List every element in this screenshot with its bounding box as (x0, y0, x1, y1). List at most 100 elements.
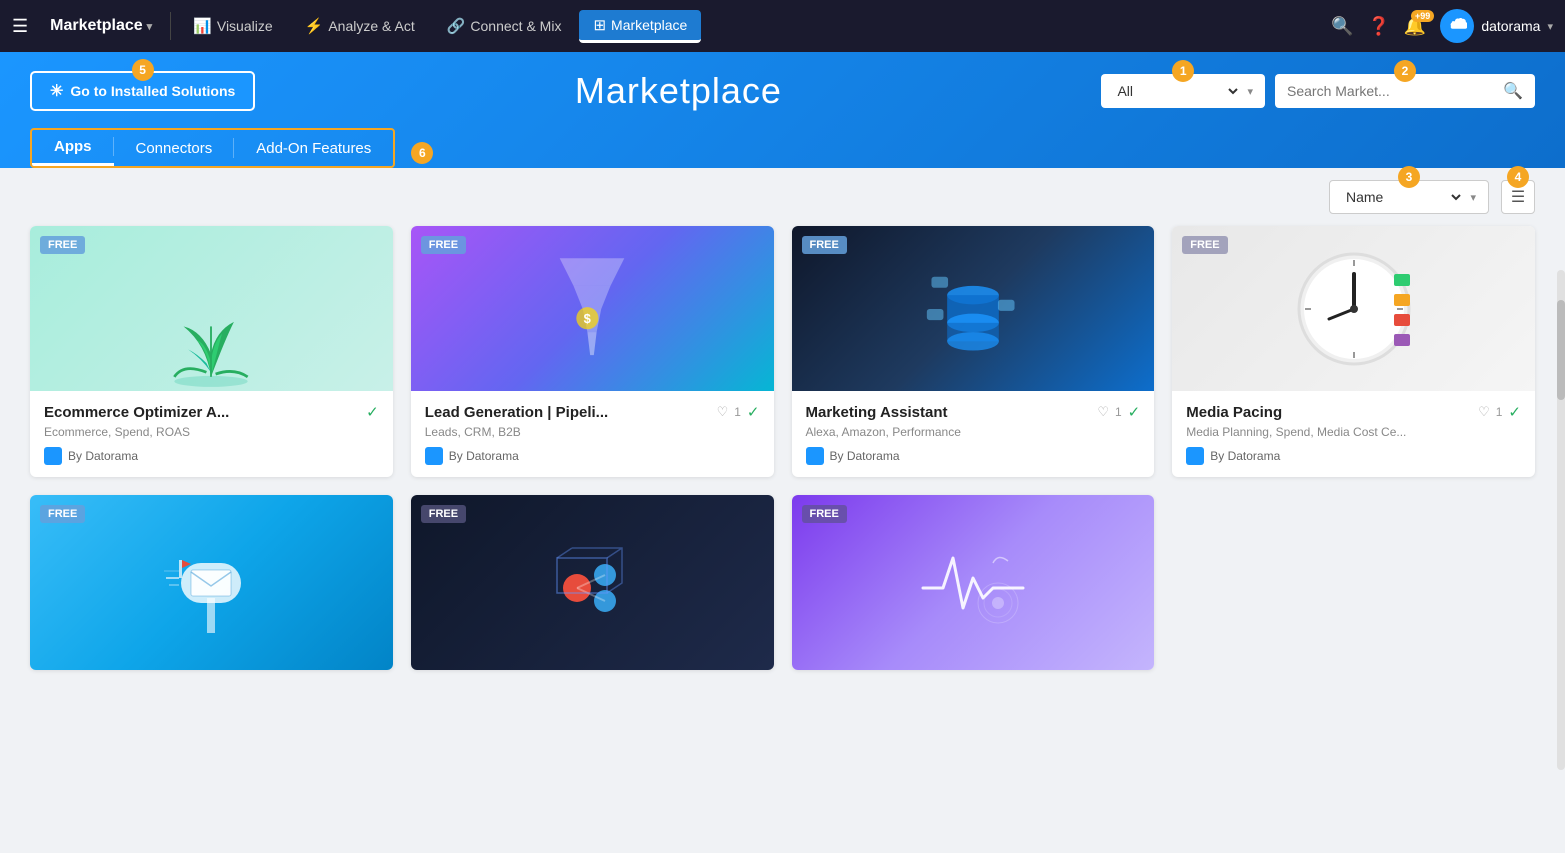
badge-5: 5 (132, 59, 154, 81)
sort-select-input[interactable]: Name Popularity Date Added (1342, 188, 1464, 206)
card-check-icon: ✓ (366, 403, 379, 421)
card-by-marketing: By Datorama (830, 449, 900, 463)
card-free-badge: FREE (40, 236, 85, 254)
page-title: Marketplace (575, 70, 782, 112)
nav-visualize[interactable]: 📊 Visualize (179, 11, 286, 41)
mail-illustration (161, 528, 261, 638)
tab-apps[interactable]: Apps (32, 130, 114, 166)
notifications-badge: +99 (1411, 10, 1434, 22)
cards-grid: FREE Ecommerce Optimizer A... ✓ (0, 226, 1565, 700)
main-content: FREE Ecommerce Optimizer A... ✓ (0, 226, 1565, 700)
hamburger-icon[interactable]: ☰ (12, 16, 28, 37)
heart-icon-media: ♡ (1478, 404, 1490, 420)
brand-menu[interactable]: Marketplace ▾ (40, 17, 162, 35)
database-illustration (918, 249, 1028, 369)
brand-chevron-icon: ▾ (147, 20, 153, 33)
card-marketing[interactable]: FREE Marketing Assistant ♡ (792, 226, 1155, 477)
card-free-badge-lead: FREE (421, 236, 466, 254)
tabs-wrapper: Apps Connectors Add-On Features (30, 128, 395, 168)
analyze-label: Analyze & Act (328, 18, 414, 34)
installed-icon: ✳ (50, 81, 63, 101)
card-image-media: FREE (1172, 226, 1535, 391)
card-dark[interactable]: FREE (411, 495, 774, 670)
header-title-area: Marketplace (275, 70, 1081, 112)
tab-connectors[interactable]: Connectors (114, 132, 235, 165)
card-purple[interactable]: FREE (792, 495, 1155, 670)
notifications-icon-btn[interactable]: 🔔 +99 (1404, 16, 1426, 37)
heart-count-marketing: 1 (1115, 405, 1122, 419)
sort-chevron-icon: ▾ (1470, 191, 1476, 204)
card-title-row-media: Media Pacing ♡ 1 ✓ (1186, 403, 1521, 421)
card-check-icon-media: ✓ (1508, 403, 1521, 421)
card-ecommerce[interactable]: FREE Ecommerce Optimizer A... ✓ (30, 226, 393, 477)
tabs-row: Apps Connectors Add-On Features (30, 128, 395, 168)
card-media[interactable]: FREE (1172, 226, 1535, 477)
nav-connect[interactable]: 🔗 Connect & Mix (433, 11, 576, 41)
installed-btn-label: Go to Installed Solutions (70, 83, 235, 99)
nav-analyze[interactable]: ⚡ Analyze & Act (291, 11, 429, 41)
datorama-logo-icon (44, 447, 62, 465)
card-author-ecommerce: By Datorama (44, 447, 379, 465)
clock-illustration (1289, 244, 1419, 374)
help-icon-btn[interactable]: ❓ (1367, 16, 1389, 37)
marketplace-nav-label: Marketplace (611, 17, 687, 33)
card-title-marketing: Marketing Assistant (806, 404, 948, 421)
tab-addon[interactable]: Add-On Features (234, 132, 393, 165)
nav-separator (170, 12, 171, 40)
search-icon-btn[interactable]: 🔍 (1331, 16, 1353, 37)
datorama-logo-icon-lead (425, 447, 443, 465)
card-check-icon-marketing: ✓ (1128, 403, 1141, 421)
salesforce-cloud-icon (1447, 18, 1467, 34)
heart-icon-marketing: ♡ (1097, 404, 1109, 420)
pulse-illustration (918, 533, 1028, 633)
user-chevron-icon: ▾ (1547, 20, 1553, 33)
card-author-lead: By Datorama (425, 447, 760, 465)
badge-6: 6 (411, 142, 433, 164)
datorama-logo-icon-marketing (806, 447, 824, 465)
badge-1: 1 (1172, 60, 1194, 82)
search-wrapper: 2 🔍 (1275, 74, 1535, 108)
card-free-badge-media: FREE (1182, 236, 1227, 254)
card-lead[interactable]: FREE $ Lead Generation | Pipeli... ♡ 1 (411, 226, 774, 477)
connect-icon: 🔗 (447, 17, 466, 35)
brand-label: Marketplace (50, 17, 143, 35)
badge-3: 3 (1398, 166, 1420, 188)
filter-wrapper: 1 All Apps Connectors Add-On Features ▾ (1101, 74, 1265, 108)
card-title-row-marketing: Marketing Assistant ♡ 1 ✓ (806, 403, 1141, 421)
card-meta-lead: ♡ 1 ✓ (717, 403, 760, 421)
heart-count-media: 1 (1496, 405, 1503, 419)
avatar-circle (1440, 9, 1474, 43)
visualize-label: Visualize (217, 18, 273, 34)
card-check-icon-lead: ✓ (747, 403, 760, 421)
scrollbar-track[interactable] (1557, 270, 1565, 770)
installed-btn-wrapper: 5 ✳ Go to Installed Solutions (30, 71, 255, 111)
card-image-marketing: FREE (792, 226, 1155, 391)
card-title-row: Ecommerce Optimizer A... ✓ (44, 403, 379, 421)
card-free-badge-email: FREE (40, 505, 85, 523)
filter-select[interactable]: All Apps Connectors Add-On Features (1113, 82, 1241, 100)
card-email[interactable]: FREE (30, 495, 393, 670)
card-free-badge-marketing: FREE (802, 236, 847, 254)
filter-chevron-icon: ▾ (1247, 85, 1253, 98)
user-avatar[interactable]: datorama ▾ (1440, 9, 1553, 43)
sort-row: 3 Name Popularity Date Added ▾ 4 ☰ (0, 168, 1565, 226)
datorama-logo-icon-media (1186, 447, 1204, 465)
nav-marketplace[interactable]: ⊞ Marketplace (579, 10, 701, 43)
search-input[interactable] (1287, 83, 1497, 99)
header-controls: 1 All Apps Connectors Add-On Features ▾ … (1101, 74, 1535, 108)
funnel-illustration: $ (547, 249, 637, 369)
user-name: datorama (1481, 18, 1540, 34)
search-magnifier-icon[interactable]: 🔍 (1503, 81, 1523, 101)
connect-label: Connect & Mix (470, 18, 561, 34)
card-title-media: Media Pacing (1186, 404, 1282, 421)
card-by-ecommerce: By Datorama (68, 449, 138, 463)
analyze-icon: ⚡ (305, 17, 324, 35)
card-tags-lead: Leads, CRM, B2B (425, 425, 760, 439)
visualize-icon: 📊 (193, 17, 212, 35)
card-by-media: By Datorama (1210, 449, 1280, 463)
card-meta-media: ♡ 1 ✓ (1478, 403, 1521, 421)
card-body-media: Media Pacing ♡ 1 ✓ Media Planning, Spend… (1172, 391, 1535, 477)
scrollbar-thumb[interactable] (1557, 300, 1565, 400)
card-image-dark: FREE (411, 495, 774, 670)
card-image-email: FREE (30, 495, 393, 670)
